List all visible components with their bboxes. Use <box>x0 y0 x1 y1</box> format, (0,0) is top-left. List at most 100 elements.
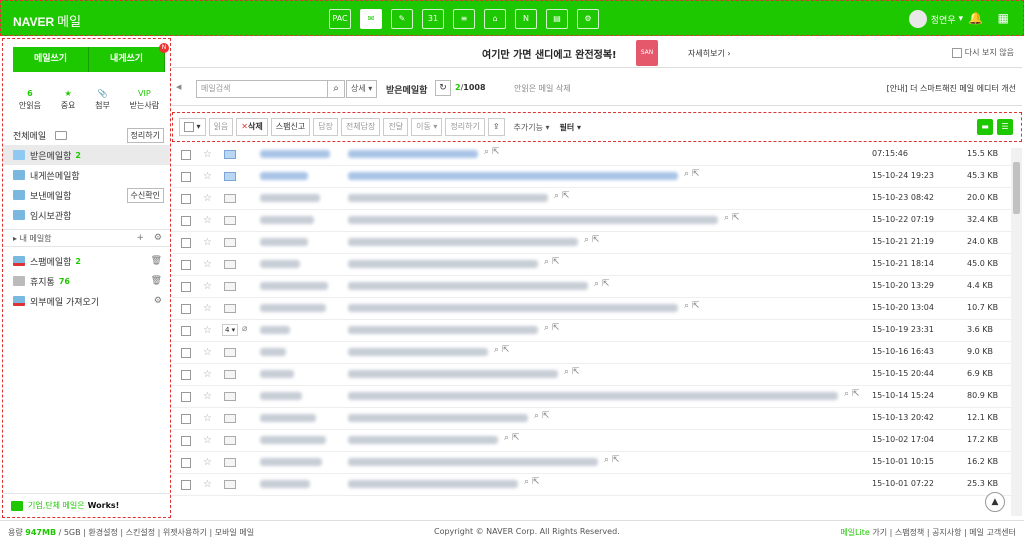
hide-banner-checkbox[interactable]: 다시 보지 않음 <box>952 47 1014 58</box>
star-icon[interactable]: ☆ <box>203 149 212 160</box>
subject[interactable] <box>348 304 678 312</box>
star-icon[interactable]: ☆ <box>203 303 212 314</box>
sender[interactable] <box>260 216 314 224</box>
row-checkbox[interactable] <box>181 436 191 446</box>
envelope-icon[interactable] <box>224 216 236 225</box>
move-button[interactable]: 이동 ▾ <box>411 118 443 136</box>
app-icon-7[interactable]: ▤ <box>546 9 568 29</box>
row-checkbox[interactable] <box>181 326 191 336</box>
folder-drafts[interactable]: 임시보관함 <box>3 205 170 225</box>
list-view-icon[interactable]: ☰ <box>997 119 1013 135</box>
quick-filter-0[interactable]: 6 안읽음 <box>19 89 41 111</box>
sender[interactable] <box>260 238 308 246</box>
quick-filter-1[interactable]: ★ 중요 <box>61 89 76 111</box>
notification-bell-icon[interactable]: 🔔 <box>968 11 983 25</box>
read-receipt-button[interactable]: 수신확인 <box>126 187 164 203</box>
app-icon-2[interactable]: ✎ <box>391 9 413 29</box>
envelope-icon[interactable] <box>224 458 236 467</box>
envelope-icon[interactable] <box>224 238 236 247</box>
sender[interactable] <box>260 150 330 158</box>
sender[interactable] <box>260 326 290 334</box>
sender[interactable] <box>260 260 300 268</box>
sender[interactable] <box>260 414 316 422</box>
folder-to-self[interactable]: 내게쓴메일함 <box>3 165 170 185</box>
row-checkbox[interactable] <box>181 150 191 160</box>
naver-mail-logo[interactable]: NAVER 메일 <box>13 11 81 30</box>
subject[interactable] <box>348 282 588 290</box>
folder-spam[interactable]: 스팸메일함 2 🗑 <box>3 251 170 271</box>
subject[interactable] <box>348 436 498 444</box>
envelope-icon[interactable] <box>224 348 236 357</box>
envelope-icon[interactable] <box>224 194 236 203</box>
star-icon[interactable]: ☆ <box>203 259 212 270</box>
app-icon-1[interactable]: ✉ <box>360 9 382 29</box>
preview-icon[interactable]: ⌕ ⇱ <box>554 191 569 201</box>
envelope-icon[interactable] <box>224 392 236 401</box>
table-row[interactable]: ☆ ⌕ ⇱ 15-10-15 20:44 6.9 KB <box>172 364 1012 386</box>
subject[interactable] <box>348 172 678 180</box>
star-icon[interactable]: ☆ <box>203 347 212 358</box>
star-icon[interactable]: ☆ <box>203 369 212 380</box>
gear-icon[interactable]: ⚙ <box>154 233 162 243</box>
user-menu[interactable]: 정연우 ▾ <box>908 10 963 28</box>
sender[interactable] <box>260 370 294 378</box>
subject[interactable] <box>348 458 598 466</box>
quick-filter-2[interactable]: 📎 첨부 <box>95 89 110 111</box>
sender[interactable] <box>260 172 308 180</box>
star-icon[interactable]: ☆ <box>203 281 212 292</box>
star-icon[interactable]: ☆ <box>203 479 212 490</box>
subject[interactable] <box>348 238 578 246</box>
table-row[interactable]: ☆ ⌕ ⇱ 15-10-14 15:24 80.9 KB <box>172 386 1012 408</box>
more-functions-button[interactable]: 추가기능 ▾ <box>514 122 550 133</box>
app-icon-8[interactable]: ⚙ <box>577 9 599 29</box>
filter-button[interactable]: 필터 ▾ <box>560 122 582 133</box>
checkbox[interactable] <box>952 47 963 58</box>
preview-icon[interactable]: ⌕ ⇱ <box>844 389 859 399</box>
preview-icon[interactable]: ⌕ ⇱ <box>534 411 549 421</box>
folder-external[interactable]: 외부메일 가져오기 ⚙ <box>3 291 170 311</box>
preview-icon[interactable]: ⌕ ⇱ <box>724 213 739 223</box>
row-checkbox[interactable] <box>181 370 191 380</box>
search-input[interactable]: 메일검색 <box>196 80 328 98</box>
row-checkbox[interactable] <box>181 172 191 182</box>
add-icon[interactable]: + <box>136 233 144 243</box>
write-to-self-button[interactable]: 내게쓰기 <box>89 47 165 72</box>
subject[interactable] <box>348 194 548 202</box>
reply-all-button[interactable]: 전체답장 <box>340 118 381 136</box>
table-row[interactable]: ☆ ⌕ ⇱ 15-10-20 13:29 4.4 KB <box>172 276 1012 298</box>
star-icon[interactable]: ☆ <box>203 325 212 336</box>
star-icon[interactable]: ☆ <box>203 413 212 424</box>
subject[interactable] <box>348 260 538 268</box>
row-checkbox[interactable] <box>181 348 191 358</box>
reply-button[interactable]: 답장 <box>313 118 338 136</box>
app-icon-4[interactable]: ≡ <box>453 9 475 29</box>
delete-button[interactable]: ✕삭제 <box>236 118 268 136</box>
row-checkbox[interactable] <box>181 304 191 314</box>
preview-icon[interactable]: ⌕ ⇱ <box>594 279 609 289</box>
row-checkbox[interactable] <box>181 458 191 468</box>
envelope-icon[interactable] <box>224 150 236 159</box>
works-promo[interactable]: 기업,단체 메일은 Works! <box>3 493 170 517</box>
delete-unread-link[interactable]: 안읽은 메일 삭제 <box>514 83 571 94</box>
sender[interactable] <box>260 392 302 400</box>
row-checkbox[interactable] <box>181 216 191 226</box>
refresh-icon[interactable]: ↻ <box>435 80 451 96</box>
subject[interactable] <box>348 392 838 400</box>
star-icon[interactable]: ☆ <box>203 171 212 182</box>
preview-icon[interactable]: ⌕ ⇱ <box>484 147 499 157</box>
subject[interactable] <box>348 150 478 158</box>
row-checkbox[interactable] <box>181 414 191 424</box>
footer-settings-links[interactable]: 환경설정 | 스킨설정 | 위젯사용하기 | 모바일 메일 <box>88 528 254 537</box>
report-spam-button[interactable]: 스팸신고 <box>270 118 311 136</box>
row-checkbox[interactable] <box>181 194 191 204</box>
preview-icon[interactable]: ⌕ ⇱ <box>584 235 599 245</box>
quick-filter-3[interactable]: VIP 받는사람 <box>130 89 159 111</box>
star-icon[interactable]: ☆ <box>203 391 212 402</box>
app-icon-5[interactable]: ⌂ <box>484 9 506 29</box>
forward-button[interactable]: 전달 <box>383 118 409 136</box>
my-mailbox-section[interactable]: ▸ 내 메일함 + ⚙ <box>3 229 170 247</box>
star-icon[interactable]: ☆ <box>203 435 212 446</box>
banner-text[interactable]: 여기만 가면 샌디에고 완전정복! <box>482 46 617 61</box>
sender[interactable] <box>260 304 326 312</box>
envelope-icon[interactable] <box>224 172 236 181</box>
